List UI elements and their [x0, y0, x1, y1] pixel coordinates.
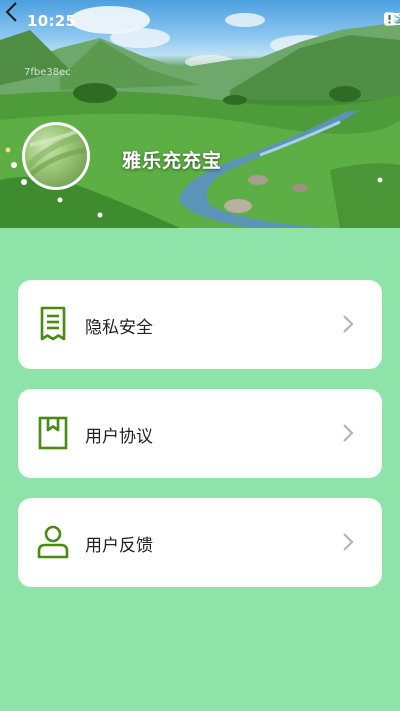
chevron-right-icon: [343, 424, 354, 442]
menu-item-label: 用户反馈: [85, 536, 153, 556]
battery-icon: [384, 13, 400, 25]
menu-item-privacy[interactable]: 隐私安全: [18, 280, 382, 369]
menu-item-user-feedback[interactable]: 用户反馈: [18, 498, 382, 587]
build-hash: 7fbe38ec: [24, 67, 71, 78]
status-bar: 10:25: [0, 0, 400, 40]
avatar-image: [25, 128, 87, 182]
chevron-right-icon: [343, 533, 354, 551]
menu-item-label: 隐私安全: [85, 318, 153, 338]
avatar: [22, 122, 90, 190]
app-name: 雅乐充充宝: [122, 150, 223, 172]
menu-item-label: 用户协议: [85, 427, 153, 447]
menu-item-user-agreement[interactable]: 用户协议: [18, 389, 382, 478]
bookmark-book-icon: [38, 416, 68, 450]
back-arrow-icon[interactable]: [0, 0, 24, 24]
document-icon: [40, 306, 66, 341]
header-banner: 10:25 7fbe38ec 雅乐充充宝: [0, 0, 400, 228]
user-icon: [37, 525, 69, 559]
status-time: 10:25: [27, 12, 77, 30]
chevron-right-icon: [343, 315, 354, 333]
